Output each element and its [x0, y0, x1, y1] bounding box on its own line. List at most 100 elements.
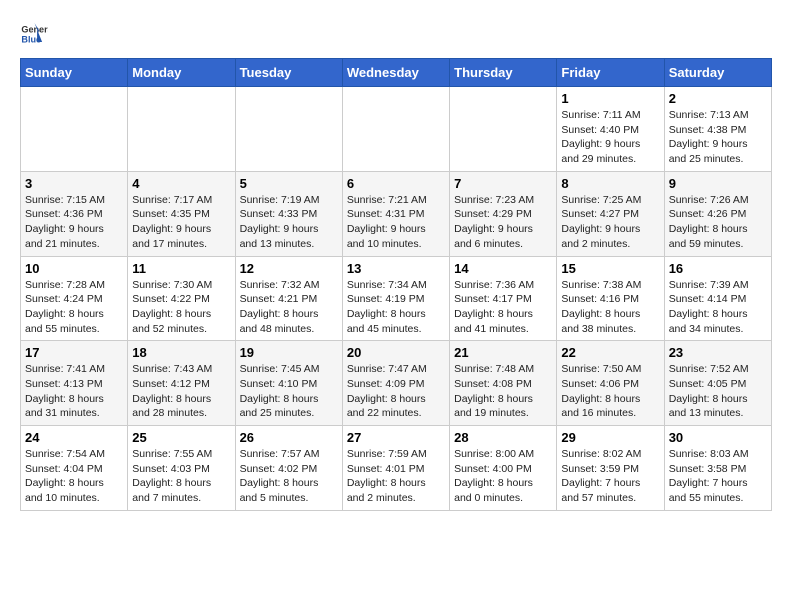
day-cell: 30 Sunrise: 8:03 AM Sunset: 3:58 PM Dayli… [664, 426, 771, 511]
day-number: 12 [240, 261, 338, 276]
week-row-5: 24 Sunrise: 7:54 AM Sunset: 4:04 PM Dayli… [21, 426, 772, 511]
logo-icon: General Blue [20, 20, 48, 48]
day-number: 4 [132, 176, 230, 191]
day-info: Sunrise: 7:21 AM Sunset: 4:31 PM Dayligh… [347, 193, 445, 252]
day-cell: 24 Sunrise: 7:54 AM Sunset: 4:04 PM Dayli… [21, 426, 128, 511]
day-info: Sunrise: 7:11 AM Sunset: 4:40 PM Dayligh… [561, 108, 659, 167]
day-number: 27 [347, 430, 445, 445]
day-number: 26 [240, 430, 338, 445]
day-info: Sunrise: 8:02 AM Sunset: 3:59 PM Dayligh… [561, 447, 659, 506]
day-cell: 9 Sunrise: 7:26 AM Sunset: 4:26 PM Daylig… [664, 171, 771, 256]
day-number: 2 [669, 91, 767, 106]
day-info: Sunrise: 7:57 AM Sunset: 4:02 PM Dayligh… [240, 447, 338, 506]
day-number: 7 [454, 176, 552, 191]
day-cell: 19Sunrise: 7:45 AM Sunset: 4:10 PM Dayli… [235, 341, 342, 426]
day-cell: 11Sunrise: 7:30 AM Sunset: 4:22 PM Dayli… [128, 256, 235, 341]
week-row-4: 17 Sunrise: 7:41 AM Sunset: 4:13 PM Dayli… [21, 341, 772, 426]
day-cell: 18 Sunrise: 7:43 AM Sunset: 4:12 PM Dayli… [128, 341, 235, 426]
day-info: Sunrise: 7:45 AM Sunset: 4:10 PM Dayligh… [240, 362, 338, 421]
day-info: Sunrise: 7:47 AM Sunset: 4:09 PM Dayligh… [347, 362, 445, 421]
day-number: 13 [347, 261, 445, 276]
day-cell: 4 Sunrise: 7:17 AM Sunset: 4:35 PM Daylig… [128, 171, 235, 256]
day-info: Sunrise: 8:00 AM Sunset: 4:00 PM Dayligh… [454, 447, 552, 506]
day-number: 18 [132, 345, 230, 360]
day-cell: 12 Sunrise: 7:32 AM Sunset: 4:21 PM Dayli… [235, 256, 342, 341]
day-info: Sunrise: 7:34 AM Sunset: 4:19 PM Dayligh… [347, 278, 445, 337]
day-number: 14 [454, 261, 552, 276]
day-cell: 25 Sunrise: 7:55 AM Sunset: 4:03 PM Dayli… [128, 426, 235, 511]
day-number: 25 [132, 430, 230, 445]
day-cell: 13 Sunrise: 7:34 AM Sunset: 4:19 PM Dayli… [342, 256, 449, 341]
day-cell: 16 Sunrise: 7:39 AM Sunset: 4:14 PM Dayli… [664, 256, 771, 341]
svg-text:General: General [21, 25, 48, 35]
day-cell [235, 87, 342, 172]
day-info: Sunrise: 7:43 AM Sunset: 4:12 PM Dayligh… [132, 362, 230, 421]
day-info: Sunrise: 7:23 AM Sunset: 4:29 PM Dayligh… [454, 193, 552, 252]
day-number: 24 [25, 430, 123, 445]
day-cell: 15 Sunrise: 7:38 AM Sunset: 4:16 PM Dayli… [557, 256, 664, 341]
day-number: 15 [561, 261, 659, 276]
day-cell: 17 Sunrise: 7:41 AM Sunset: 4:13 PM Dayli… [21, 341, 128, 426]
week-row-3: 10 Sunrise: 7:28 AM Sunset: 4:24 PM Dayli… [21, 256, 772, 341]
header-cell-monday: Monday [128, 59, 235, 87]
day-info: Sunrise: 7:38 AM Sunset: 4:16 PM Dayligh… [561, 278, 659, 337]
day-cell: 22 Sunrise: 7:50 AM Sunset: 4:06 PM Dayli… [557, 341, 664, 426]
day-info: Sunrise: 7:52 AM Sunset: 4:05 PM Dayligh… [669, 362, 767, 421]
day-cell [342, 87, 449, 172]
day-info: Sunrise: 7:15 AM Sunset: 4:36 PM Dayligh… [25, 193, 123, 252]
day-info: Sunrise: 7:39 AM Sunset: 4:14 PM Dayligh… [669, 278, 767, 337]
day-number: 30 [669, 430, 767, 445]
day-info: Sunrise: 7:41 AM Sunset: 4:13 PM Dayligh… [25, 362, 123, 421]
day-cell: 27 Sunrise: 7:59 AM Sunset: 4:01 PM Dayli… [342, 426, 449, 511]
day-cell: 28 Sunrise: 8:00 AM Sunset: 4:00 PM Dayli… [450, 426, 557, 511]
day-cell [450, 87, 557, 172]
day-cell: 5Sunrise: 7:19 AM Sunset: 4:33 PM Daylig… [235, 171, 342, 256]
calendar-table: SundayMondayTuesdayWednesdayThursdayFrid… [20, 58, 772, 511]
day-cell: 6 Sunrise: 7:21 AM Sunset: 4:31 PM Daylig… [342, 171, 449, 256]
day-info: Sunrise: 7:30 AM Sunset: 4:22 PM Dayligh… [132, 278, 230, 337]
day-number: 16 [669, 261, 767, 276]
day-info: Sunrise: 7:26 AM Sunset: 4:26 PM Dayligh… [669, 193, 767, 252]
day-cell [21, 87, 128, 172]
day-number: 10 [25, 261, 123, 276]
day-cell [128, 87, 235, 172]
header-row: SundayMondayTuesdayWednesdayThursdayFrid… [21, 59, 772, 87]
day-cell: 20 Sunrise: 7:47 AM Sunset: 4:09 PM Dayli… [342, 341, 449, 426]
day-info: Sunrise: 7:17 AM Sunset: 4:35 PM Dayligh… [132, 193, 230, 252]
day-info: Sunrise: 7:59 AM Sunset: 4:01 PM Dayligh… [347, 447, 445, 506]
day-info: Sunrise: 7:36 AM Sunset: 4:17 PM Dayligh… [454, 278, 552, 337]
week-row-1: 1Sunrise: 7:11 AM Sunset: 4:40 PM Daylig… [21, 87, 772, 172]
day-cell: 1Sunrise: 7:11 AM Sunset: 4:40 PM Daylig… [557, 87, 664, 172]
day-number: 17 [25, 345, 123, 360]
day-info: Sunrise: 8:03 AM Sunset: 3:58 PM Dayligh… [669, 447, 767, 506]
day-cell: 29 Sunrise: 8:02 AM Sunset: 3:59 PM Dayli… [557, 426, 664, 511]
day-info: Sunrise: 7:13 AM Sunset: 4:38 PM Dayligh… [669, 108, 767, 167]
day-info: Sunrise: 7:54 AM Sunset: 4:04 PM Dayligh… [25, 447, 123, 506]
day-number: 9 [669, 176, 767, 191]
day-number: 8 [561, 176, 659, 191]
day-cell: 23 Sunrise: 7:52 AM Sunset: 4:05 PM Dayli… [664, 341, 771, 426]
header-cell-tuesday: Tuesday [235, 59, 342, 87]
day-cell: 21 Sunrise: 7:48 AM Sunset: 4:08 PM Dayli… [450, 341, 557, 426]
day-number: 3 [25, 176, 123, 191]
day-info: Sunrise: 7:48 AM Sunset: 4:08 PM Dayligh… [454, 362, 552, 421]
day-number: 29 [561, 430, 659, 445]
day-cell: 7 Sunrise: 7:23 AM Sunset: 4:29 PM Daylig… [450, 171, 557, 256]
day-number: 21 [454, 345, 552, 360]
day-number: 6 [347, 176, 445, 191]
page-header: General Blue [20, 20, 772, 48]
day-cell: 26 Sunrise: 7:57 AM Sunset: 4:02 PM Dayli… [235, 426, 342, 511]
logo: General Blue [20, 20, 52, 48]
day-info: Sunrise: 7:55 AM Sunset: 4:03 PM Dayligh… [132, 447, 230, 506]
day-info: Sunrise: 7:32 AM Sunset: 4:21 PM Dayligh… [240, 278, 338, 337]
day-number: 23 [669, 345, 767, 360]
day-info: Sunrise: 7:28 AM Sunset: 4:24 PM Dayligh… [25, 278, 123, 337]
day-number: 20 [347, 345, 445, 360]
day-info: Sunrise: 7:50 AM Sunset: 4:06 PM Dayligh… [561, 362, 659, 421]
header-cell-thursday: Thursday [450, 59, 557, 87]
day-number: 22 [561, 345, 659, 360]
week-row-2: 3 Sunrise: 7:15 AM Sunset: 4:36 PM Daylig… [21, 171, 772, 256]
day-number: 28 [454, 430, 552, 445]
day-cell: 14 Sunrise: 7:36 AM Sunset: 4:17 PM Dayli… [450, 256, 557, 341]
header-cell-saturday: Saturday [664, 59, 771, 87]
